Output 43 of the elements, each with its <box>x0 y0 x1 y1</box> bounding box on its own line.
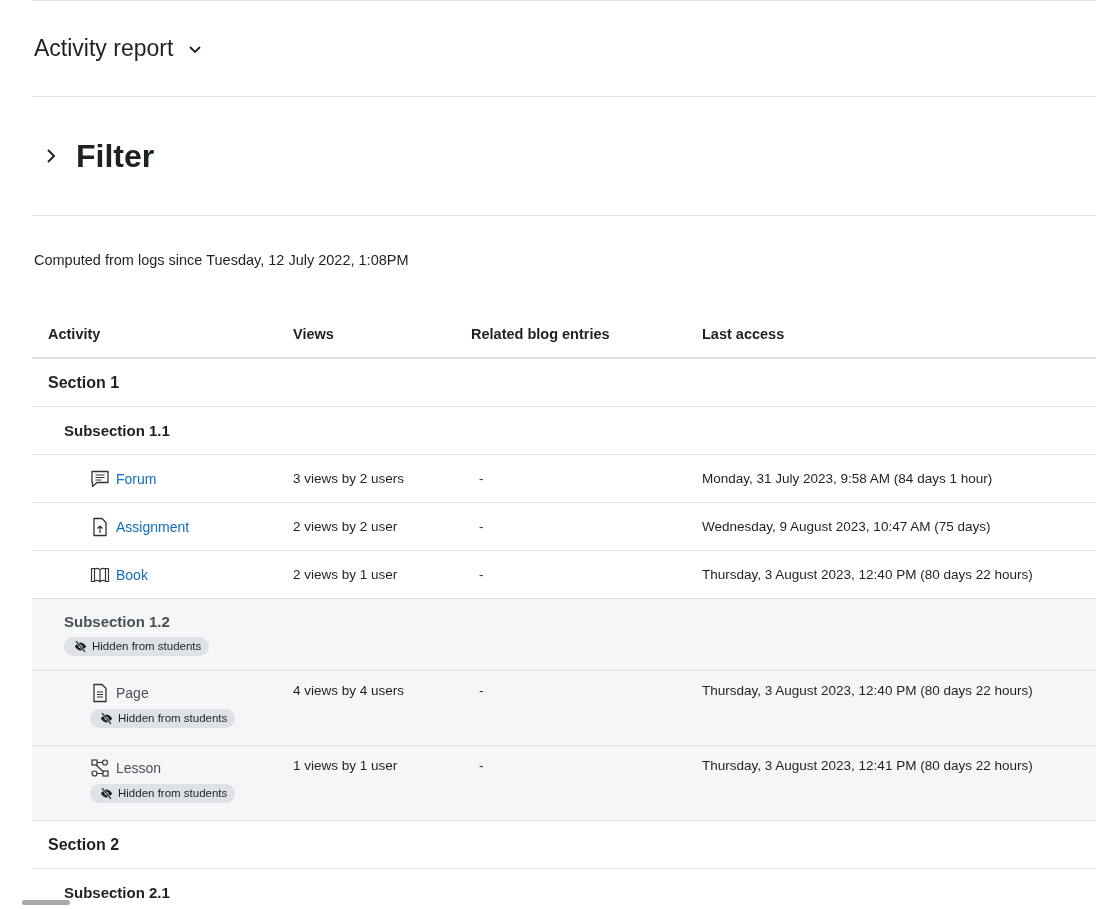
views-cell-text: 2 views by 1 user <box>292 567 399 582</box>
section-name: Section 2 <box>48 835 120 854</box>
flowchart-icon <box>90 758 110 778</box>
page-title: Activity report <box>34 35 174 62</box>
activity-name: Lesson <box>116 760 162 776</box>
document-icon <box>90 683 110 703</box>
subsection-name: Subsection 1.2 <box>64 613 170 630</box>
last-access-cell-text: Monday, 31 July 2023, 9:58 AM (84 days 1 hour) <box>701 471 994 486</box>
blog-entries-cell-text: - <box>478 519 485 534</box>
blog-entries-cell-text: - <box>478 471 485 486</box>
last-access-cell-text: Wednesday, 9 August 2023, 10:47 AM (75 days) <box>701 519 992 534</box>
column-header: Views <box>292 325 335 342</box>
blog-entries-cell-text: - <box>478 683 485 698</box>
chat-bubble-icon <box>90 468 110 489</box>
blog-entries-cell-text: - <box>478 567 485 582</box>
activity-name: Page <box>116 685 149 701</box>
last-access-cell-text: Thursday, 3 August 2023, 12:40 PM (80 days 22 hours) <box>701 567 1034 582</box>
filter-toggle[interactable]: Filter <box>32 137 155 175</box>
last-access-cell-text: Thursday, 3 August 2023, 12:41 PM (80 days 22 hours) <box>701 758 1034 773</box>
views-cell-text: 3 views by 2 users <box>292 471 406 486</box>
activity-link[interactable]: Forum <box>116 470 157 487</box>
column-header: Activity <box>47 325 102 342</box>
eye-slash-icon <box>74 640 87 653</box>
badge-text: Hidden from students <box>92 639 202 654</box>
subsection-name: Subsection 1.1 <box>64 422 170 439</box>
eye-slash-icon <box>100 712 113 725</box>
last-access-cell-text: Thursday, 3 August 2023, 12:40 PM (80 days 22 hours) <box>701 683 1034 698</box>
column-header: Last access <box>701 325 786 342</box>
views-cell-text: 1 views by 1 user <box>292 758 399 773</box>
subsection-name: Subsection 2.1 <box>64 884 170 901</box>
file-upload-icon <box>90 516 110 537</box>
column-header: Related blog entries <box>470 325 611 342</box>
eye-slash-icon <box>100 787 113 800</box>
activity-link[interactable]: Book <box>116 566 148 583</box>
section-name: Section 1 <box>48 373 120 392</box>
activity-link[interactable]: Assignment <box>116 518 190 535</box>
badge-text: Hidden from students <box>118 711 228 726</box>
badge-text: Hidden from students <box>118 786 228 801</box>
blog-entries-cell-text: - <box>478 758 485 773</box>
computed-note: Computed from logs since Tuesday, 12 July 2022, 1:08PM <box>34 251 410 270</box>
views-cell-text: 2 views by 2 user <box>292 519 399 534</box>
views-cell-text: 4 views by 4 users <box>292 683 406 698</box>
scroll-thumb[interactable] <box>22 900 70 905</box>
